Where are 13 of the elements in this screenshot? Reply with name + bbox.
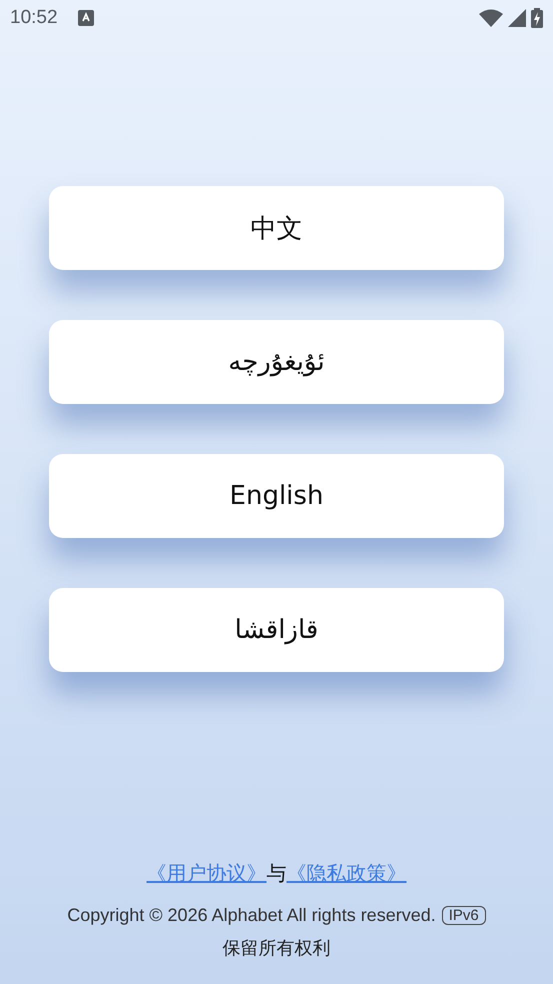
language-button[interactable]: ئۇيغۇرچە [49, 320, 504, 404]
ipv6-badge: IPv6 [442, 906, 486, 925]
battery-icon [531, 8, 543, 28]
rights-text: 保留所有权利 [222, 937, 330, 960]
conjunction-text: 与 [266, 860, 286, 887]
keyboard-icon [78, 10, 94, 26]
copyright-text: Copyright © 2026 Alphabet All rights reserved. [67, 905, 436, 926]
wifi-icon [479, 9, 503, 27]
status-time: 10:52 [10, 7, 58, 29]
language-button[interactable]: قازاقشا [49, 588, 504, 672]
language-button[interactable]: 中文 [49, 186, 504, 270]
language-button[interactable]: English [49, 454, 504, 538]
signal-icon [508, 9, 526, 27]
